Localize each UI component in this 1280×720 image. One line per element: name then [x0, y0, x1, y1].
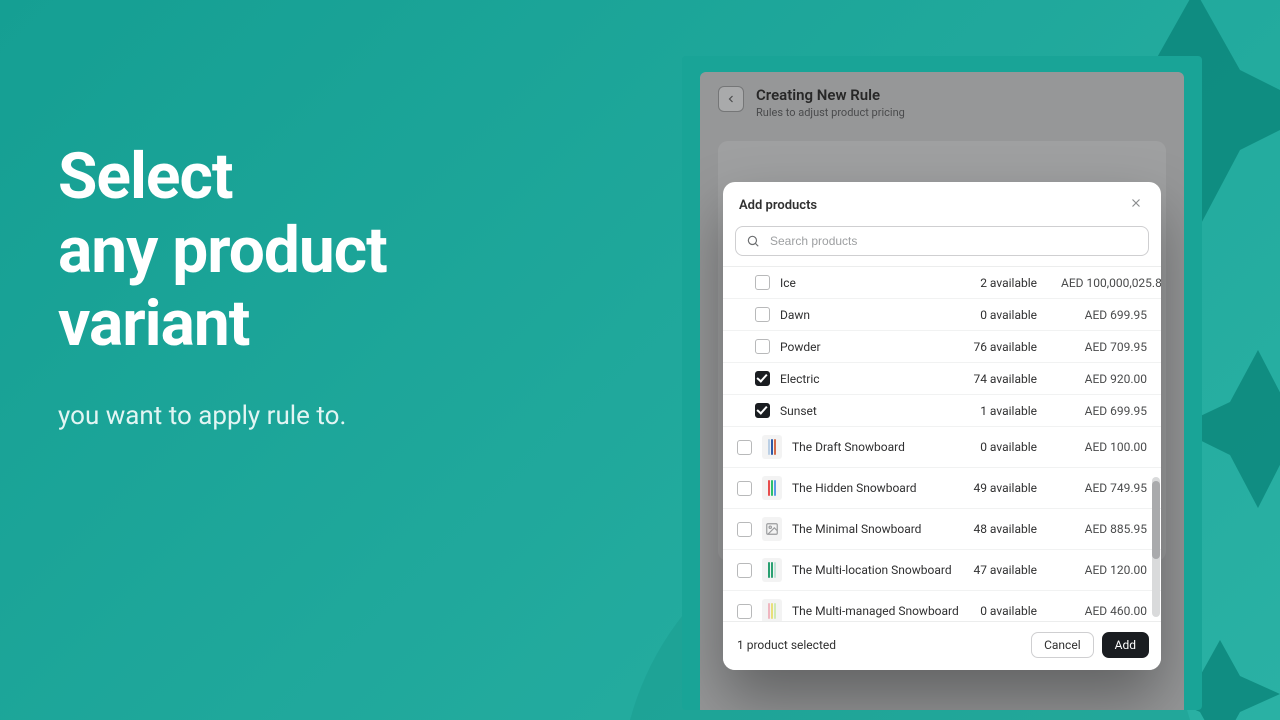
price: AED 100,000,025.81: [1061, 276, 1147, 290]
hero-subline: you want to apply rule to.: [58, 401, 387, 431]
availability: 0 available: [980, 308, 1037, 322]
product-row[interactable]: The Multi-location Snowboard 47 available…: [723, 550, 1161, 591]
search-icon: [746, 234, 760, 248]
variant-row[interactable]: Electric 74 available AED 920.00: [723, 363, 1161, 395]
image-placeholder-icon: [765, 522, 779, 536]
checkbox[interactable]: [755, 371, 770, 386]
product-thumbnail: [762, 558, 782, 582]
price: AED 885.95: [1061, 522, 1147, 536]
product-name: The Draft Snowboard: [792, 440, 970, 454]
product-name: The Multi-location Snowboard: [792, 563, 963, 577]
scrollbar-thumb[interactable]: [1152, 481, 1160, 559]
checkbox[interactable]: [755, 403, 770, 418]
availability: 47 available: [973, 563, 1037, 577]
product-row[interactable]: The Draft Snowboard 0 available AED 100.00: [723, 427, 1161, 468]
close-icon: [1129, 196, 1143, 210]
variant-row[interactable]: Ice 2 available AED 100,000,025.81: [723, 267, 1161, 299]
price: AED 699.95: [1061, 308, 1147, 322]
price: AED 699.95: [1061, 404, 1147, 418]
search-input[interactable]: [768, 233, 1138, 249]
price: AED 920.00: [1061, 372, 1147, 386]
product-name: The Minimal Snowboard: [792, 522, 963, 536]
availability: 2 available: [980, 276, 1037, 290]
price: AED 460.00: [1061, 604, 1147, 618]
checkbox[interactable]: [737, 440, 752, 455]
product-name: The Multi-managed Snowboard: [792, 604, 970, 618]
availability: 48 available: [973, 522, 1037, 536]
availability: 49 available: [973, 481, 1037, 495]
product-row[interactable]: The Multi-managed Snowboard 0 available AE…: [723, 591, 1161, 621]
price: AED 709.95: [1061, 340, 1147, 354]
variant-name: Dawn: [780, 308, 970, 322]
availability: 0 available: [980, 440, 1037, 454]
variant-name: Powder: [780, 340, 963, 354]
variant-name: Sunset: [780, 404, 970, 418]
price: AED 100.00: [1061, 440, 1147, 454]
variant-name: Ice: [780, 276, 970, 290]
product-list: Ice 2 available AED 100,000,025.81 Dawn 0 av…: [723, 267, 1161, 621]
checkbox[interactable]: [737, 522, 752, 537]
checkbox[interactable]: [755, 307, 770, 322]
checkbox[interactable]: [737, 604, 752, 619]
variant-row[interactable]: Powder 76 available AED 709.95: [723, 331, 1161, 363]
add-button[interactable]: Add: [1102, 632, 1149, 658]
add-products-modal: Add products I: [723, 182, 1161, 670]
variant-name: Electric: [780, 372, 963, 386]
variant-row[interactable]: Sunset 1 available AED 699.95: [723, 395, 1161, 427]
product-thumbnail: [762, 435, 782, 459]
close-button[interactable]: [1125, 194, 1147, 216]
hero-headline: Select any product variant: [58, 140, 387, 361]
product-thumbnail: [762, 517, 782, 541]
availability: 76 available: [973, 340, 1037, 354]
price: AED 120.00: [1061, 563, 1147, 577]
availability: 74 available: [973, 372, 1037, 386]
checkbox[interactable]: [755, 339, 770, 354]
modal-title: Add products: [739, 198, 817, 213]
price: AED 749.95: [1061, 481, 1147, 495]
app-window: Creating New Rule Rules to adjust produc…: [700, 72, 1184, 710]
availability: 1 available: [980, 404, 1037, 418]
product-thumbnail: [762, 599, 782, 621]
modal-overlay: Add products I: [700, 72, 1184, 710]
checkbox[interactable]: [737, 481, 752, 496]
cancel-button[interactable]: Cancel: [1031, 632, 1094, 658]
product-name: The Hidden Snowboard: [792, 481, 963, 495]
product-row[interactable]: The Minimal Snowboard 48 available AED 885…: [723, 509, 1161, 550]
device-frame: Creating New Rule Rules to adjust produc…: [682, 56, 1202, 710]
checkbox[interactable]: [755, 275, 770, 290]
variant-row[interactable]: Dawn 0 available AED 699.95: [723, 299, 1161, 331]
search-input-wrapper[interactable]: [735, 226, 1149, 256]
product-thumbnail: [762, 476, 782, 500]
product-row[interactable]: The Hidden Snowboard 49 available AED 749.…: [723, 468, 1161, 509]
selection-count: 1 product selected: [737, 638, 836, 652]
checkbox[interactable]: [737, 563, 752, 578]
availability: 0 available: [980, 604, 1037, 618]
